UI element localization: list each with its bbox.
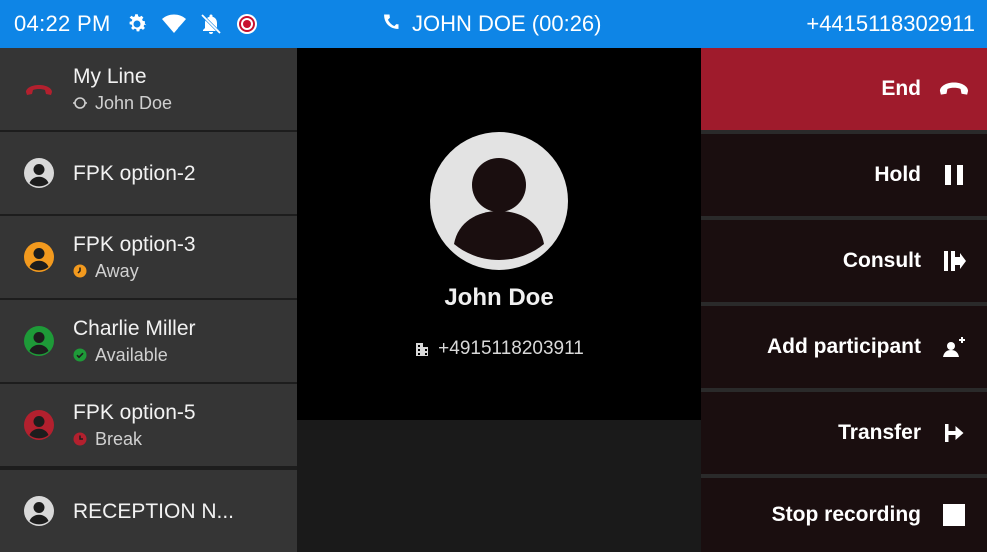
hold-button[interactable]: Hold (701, 134, 987, 216)
consult-icon (939, 246, 969, 276)
record-icon (235, 12, 259, 36)
call-actions-panel: End Hold Consult Add participant Transfe… (701, 48, 987, 552)
line-key-sub: Break (73, 427, 196, 451)
contact-avatar (430, 132, 568, 270)
gear-icon[interactable] (125, 12, 149, 36)
line-key-my-line[interactable]: My Line John Doe (0, 48, 297, 130)
add-participant-icon (939, 332, 969, 362)
stop-icon (939, 500, 969, 530)
avatar-icon (24, 410, 54, 440)
center-bottom (297, 420, 701, 552)
contact-number-text: +4915118203911 (438, 338, 584, 359)
line-key-name: RECEPTION N... (73, 499, 235, 523)
building-icon (416, 343, 429, 356)
line-key-name: FPK option-5 (73, 400, 196, 424)
line-key-fpk-option-3[interactable]: FPK option-3 Away (0, 216, 297, 298)
line-key-sub-text: Break (95, 428, 143, 449)
add-participant-label: Add participant (766, 335, 921, 358)
check-icon (73, 348, 87, 361)
phone-hangup-icon (24, 74, 54, 104)
avatar-icon (24, 326, 54, 356)
line-key-name: FPK option-3 (73, 232, 196, 256)
stop-recording-button[interactable]: Stop recording (701, 478, 987, 552)
line-key-sub-text: John Doe (95, 92, 173, 113)
status-icons (125, 12, 259, 36)
line-key-fpk-option-2[interactable]: FPK option-2 (0, 132, 297, 214)
line-key-reception[interactable]: RECEPTION N... (0, 470, 297, 552)
line-key-sub-text: Available (95, 344, 168, 365)
stop-recording-label: Stop recording (771, 503, 921, 526)
line-key-charlie-miller[interactable]: Charlie Miller Available (0, 300, 297, 382)
break-icon (73, 432, 87, 445)
call-title: JOHN DOE (00:26) (380, 0, 602, 48)
clock: 04:22 PM (14, 11, 111, 36)
wifi-icon (161, 13, 187, 35)
avatar-icon (24, 496, 54, 526)
line-keys-panel: My Line John Doe FPK option-2 FPK option… (0, 48, 297, 552)
line-key-name: FPK option-2 (73, 161, 196, 185)
phone-hangup-icon (939, 74, 969, 104)
transfer-icon (939, 418, 969, 448)
add-participant-button[interactable]: Add participant (701, 306, 987, 388)
line-status-icon (73, 96, 87, 109)
line-key-sub: Available (73, 343, 196, 367)
call-title-text: JOHN DOE (00:26) (412, 11, 602, 36)
line-key-sub: John Doe (73, 91, 172, 115)
consult-button[interactable]: Consult (701, 220, 987, 302)
contact-panel: John Doe +4915118203911 (297, 48, 701, 420)
contact-name: John Doe (444, 284, 554, 311)
line-key-name: Charlie Miller (73, 316, 196, 340)
transfer-button[interactable]: Transfer (701, 392, 987, 474)
status-left: 04:22 PM (14, 0, 259, 48)
line-key-fpk-option-5[interactable]: FPK option-5 Break (0, 384, 297, 466)
end-button[interactable]: End (701, 48, 987, 130)
status-bar: 04:22 PM JOHN DOE (00:26) +4415118302911 (0, 0, 987, 48)
hold-button-label: Hold (874, 163, 921, 186)
own-number: +4415118302911 (806, 11, 975, 36)
consult-button-label: Consult (842, 249, 921, 272)
avatar-icon (24, 158, 54, 188)
avatar-icon (24, 242, 54, 272)
transfer-button-label: Transfer (838, 421, 921, 444)
contact-number: +4915118203911 (297, 338, 701, 360)
line-key-sub-text: Away (95, 260, 139, 281)
line-key-sub: Away (73, 259, 196, 283)
clock-icon (73, 264, 87, 277)
phone-icon (380, 9, 404, 39)
line-key-name: My Line (73, 64, 147, 88)
end-button-label: End (881, 77, 921, 100)
bell-off-icon (199, 12, 223, 36)
pause-icon (939, 160, 969, 190)
